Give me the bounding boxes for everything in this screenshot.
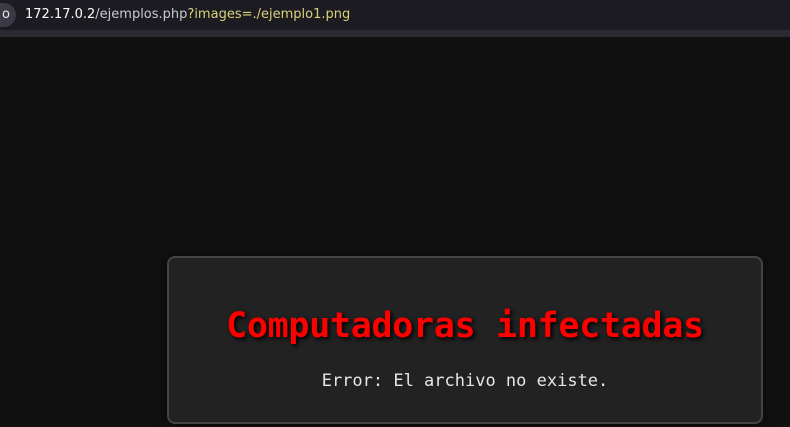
site-info-button[interactable]: o — [0, 3, 16, 27]
error-message: Error: El archivo no existe. — [321, 371, 609, 391]
site-info-label: o — [2, 7, 10, 22]
page-title: Computadoras infectadas — [226, 306, 704, 346]
url-query: ?images=./ejemplo1.png — [187, 7, 351, 22]
url-text[interactable]: 172.17.0.2/ejemplos.php?images=./ejemplo… — [25, 6, 350, 23]
url-host: 172.17.0.2 — [25, 7, 96, 22]
url-path: /ejemplos.php — [95, 7, 188, 22]
error-card: Computadoras infectadas Error: El archiv… — [167, 256, 763, 424]
address-bar[interactable]: o 172.17.0.2/ejemplos.php?images=./ejemp… — [0, 0, 790, 31]
